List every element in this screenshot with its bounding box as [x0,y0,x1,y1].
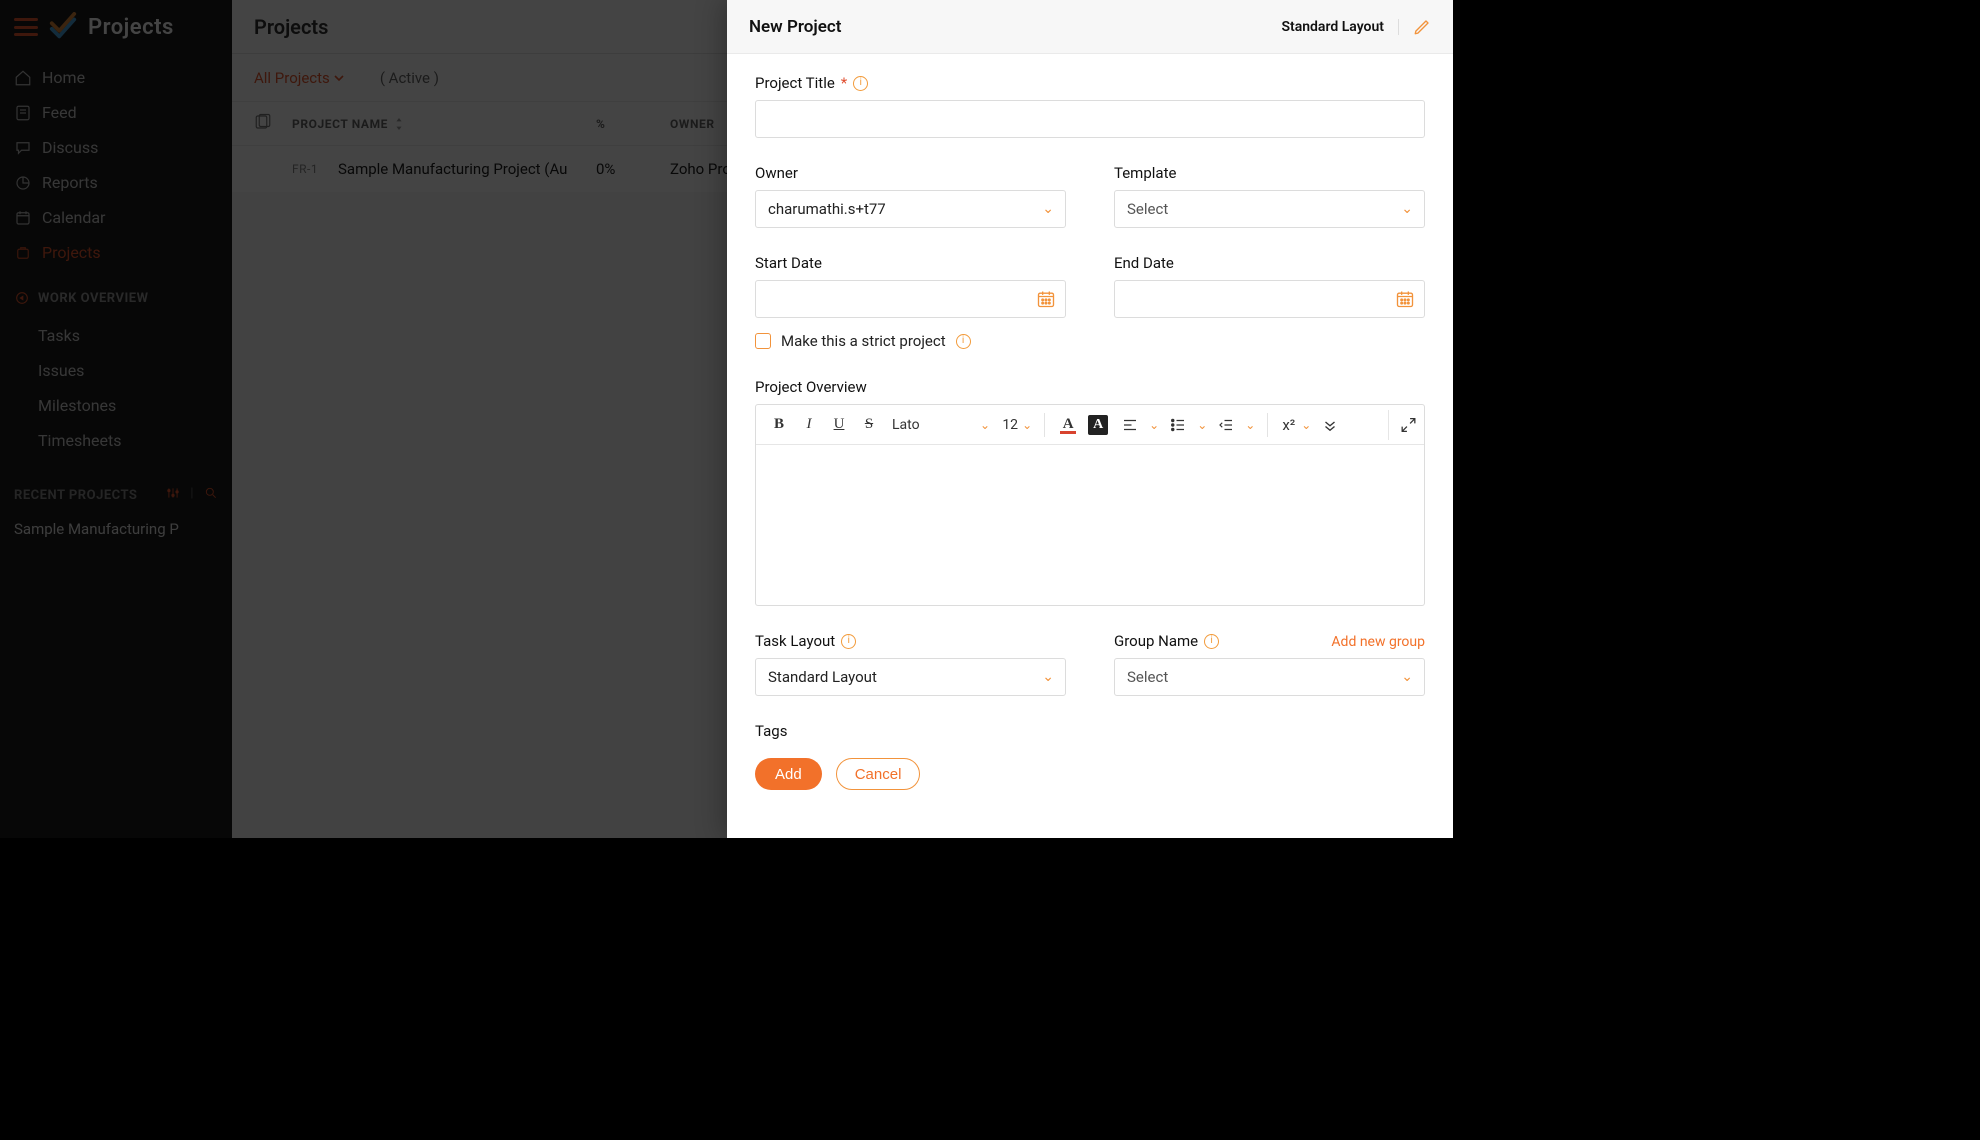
strict-project-label: Make this a strict project [781,332,946,350]
rte-text-color-button[interactable]: A [1053,410,1083,440]
start-date-input-wrap[interactable] [755,280,1066,318]
rte-align-button[interactable] [1115,410,1145,440]
end-date-group: End Date [1114,254,1425,318]
chevron-down-icon[interactable]: ⌄ [1145,418,1163,432]
project-title-group: Project Title * i [755,74,1425,138]
rte-bold-button[interactable]: B [764,410,794,440]
chevron-down-icon[interactable]: ⌄ [1241,418,1259,432]
rte-italic-button[interactable]: I [794,410,824,440]
start-date-group: Start Date [755,254,1066,318]
rte-font-select[interactable]: Lato [892,410,976,440]
task-layout-group: Task Layout i Standard Layout ⌄ [755,632,1066,696]
drawer-title: New Project [749,17,841,37]
owner-value: charumathi.s+t77 [755,190,1066,228]
rte-outdent-button[interactable] [1211,410,1241,440]
overview-label: Project Overview [755,378,1425,396]
checkbox-icon[interactable] [755,333,771,349]
owner-select[interactable]: charumathi.s+t77 ⌄ [755,190,1066,228]
rte-strike-button[interactable]: S [854,410,884,440]
group-name-label-text: Group Name [1114,632,1198,650]
overview-group: Project Overview B I U S Lato ⌄ 12 [755,378,1425,606]
drawer-footer: Add Cancel [755,744,1425,808]
rte-highlight-button[interactable]: A [1083,410,1113,440]
add-new-group-link[interactable]: Add new group [1331,634,1425,650]
new-project-drawer: New Project Standard Layout Project Titl… [727,0,1453,838]
rte-more-button[interactable] [1315,410,1345,440]
drawer-body: Project Title * i Owner charumathi.s+t77 … [727,54,1453,838]
template-group: Template Select ⌄ [1114,164,1425,228]
required-asterisk: * [841,74,847,92]
info-icon[interactable]: i [841,634,856,649]
rte-list-button[interactable] [1163,410,1193,440]
drawer-header: New Project Standard Layout [727,0,1453,54]
owner-group: Owner charumathi.s+t77 ⌄ [755,164,1066,228]
task-layout-value: Standard Layout [755,658,1066,696]
template-label: Template [1114,164,1425,182]
chevron-down-icon[interactable]: ⌄ [1297,418,1315,432]
end-date-label: End Date [1114,254,1425,272]
tags-label: Tags [755,722,1425,740]
rte-textarea[interactable] [756,445,1424,605]
rte-font-size-select[interactable]: 12 [994,410,1018,440]
task-layout-label: Task Layout i [755,632,1066,650]
template-value: Select [1114,190,1425,228]
tags-group: Tags [755,722,1425,740]
project-title-label: Project Title * i [755,74,1425,92]
add-button[interactable]: Add [755,758,822,790]
rte-superscript-button[interactable]: x² [1276,410,1297,440]
task-layout-select[interactable]: Standard Layout ⌄ [755,658,1066,696]
chevron-down-icon[interactable]: ⌄ [976,418,994,432]
group-name-select[interactable]: Select ⌄ [1114,658,1425,696]
end-date-input[interactable] [1114,280,1425,318]
task-layout-label-text: Task Layout [755,632,835,650]
info-icon[interactable]: i [1204,634,1219,649]
rte-toolbar: B I U S Lato ⌄ 12 ⌄ [756,405,1424,445]
info-icon[interactable]: i [853,76,868,91]
cancel-button[interactable]: Cancel [836,758,921,790]
rich-text-editor: B I U S Lato ⌄ 12 ⌄ [755,404,1425,606]
calendar-icon[interactable] [1036,289,1056,309]
project-title-label-text: Project Title [755,74,835,92]
info-icon[interactable]: i [956,334,971,349]
strict-project-checkbox-row[interactable]: Make this a strict project i [755,332,1425,350]
owner-label: Owner [755,164,1066,182]
group-name-value: Select [1114,658,1425,696]
start-date-label: Start Date [755,254,1066,272]
start-date-input[interactable] [755,280,1066,318]
pencil-icon[interactable] [1413,18,1431,36]
separator [1044,413,1045,437]
template-select[interactable]: Select ⌄ [1114,190,1425,228]
group-name-group: Group Name i Add new group Select ⌄ [1114,632,1425,696]
calendar-icon[interactable] [1395,289,1415,309]
separator [1267,413,1268,437]
chevron-down-icon[interactable]: ⌄ [1193,418,1211,432]
chevron-down-icon[interactable]: ⌄ [1018,418,1036,432]
end-date-input-wrap[interactable] [1114,280,1425,318]
rte-underline-button[interactable]: U [824,410,854,440]
layout-name[interactable]: Standard Layout [1281,19,1399,35]
group-name-label: Group Name i [1114,632,1219,650]
project-title-input[interactable] [755,100,1425,138]
rte-expand-button[interactable] [1388,410,1418,440]
